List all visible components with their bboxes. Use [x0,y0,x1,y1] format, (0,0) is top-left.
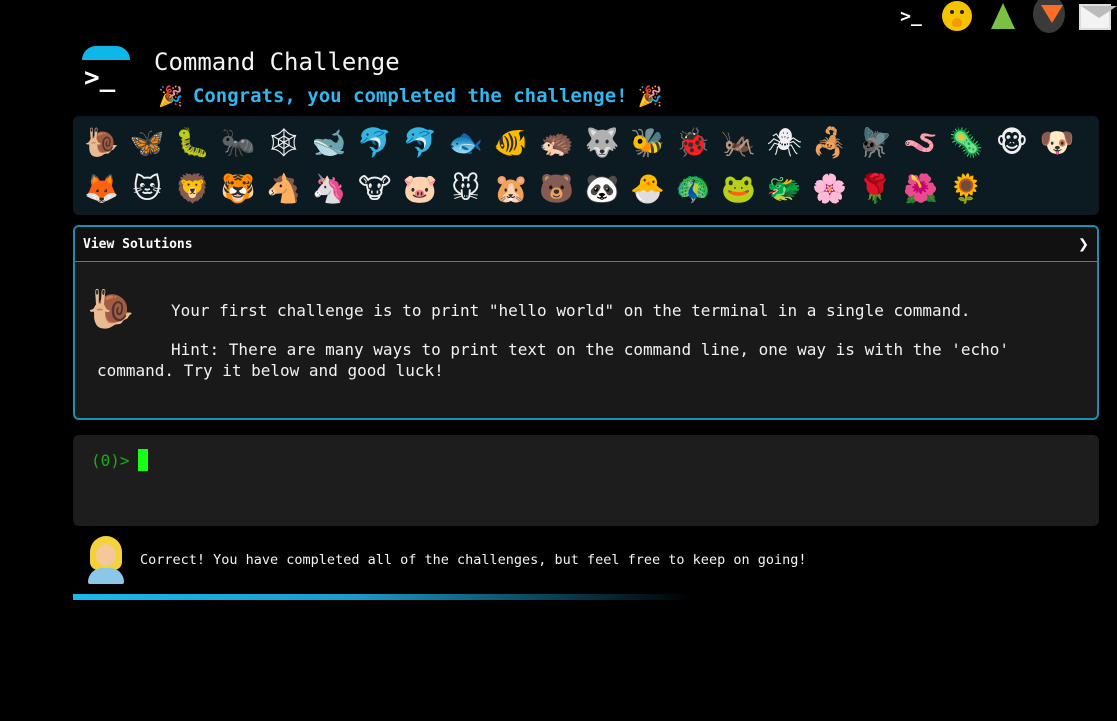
animal-badge-icon[interactable]: 🐭 [443,166,489,212]
view-solutions-label: View Solutions [83,236,193,252]
animal-badge-icon[interactable]: 🦗 [716,120,762,166]
animal-badge-icon[interactable]: 🐴 [261,166,307,212]
animal-badge-icon[interactable]: 🐌 [79,120,125,166]
animal-badge-icon[interactable]: 🦠 [944,120,990,166]
animal-badge-icon[interactable]: 🐛 [170,120,216,166]
prompt-label: (0)> [91,450,130,470]
animal-badge-icon[interactable]: 🐞 [671,120,717,166]
challenge-panel: View Solutions ❯ 🐌 Your first challenge … [73,225,1099,420]
party-popper-icon: 🎉 [637,84,663,108]
animal-badge-icon[interactable]: 🐋 [307,120,353,166]
animal-badge-icon[interactable]: 🪱 [898,120,944,166]
animal-badge-icon[interactable]: 🐶 [1035,120,1081,166]
page-title: Command Challenge [154,48,400,76]
animal-badge-icon[interactable]: 🐻 [534,166,580,212]
animal-badge-icon[interactable]: 🦄 [307,166,353,212]
animal-badge-icon[interactable]: 🐺 [580,120,626,166]
logo: >_ [82,46,130,96]
animal-badge-icon[interactable]: 🐣 [625,166,671,212]
envelope-icon[interactable] [1079,0,1117,32]
animal-badge-icon[interactable]: 🐲 [762,166,808,212]
congrats-subtitle: 🎉 Congrats, you completed the challenge!… [158,84,663,108]
congrats-text: Congrats, you completed the challenge! [192,85,628,107]
terminal-icon[interactable]: >_ [895,0,927,32]
animal-badge-icon[interactable]: 🪰 [853,120,899,166]
animal-badge-icon[interactable]: 🌺 [898,166,944,212]
chevron-right-icon[interactable]: ❯ [1078,234,1089,255]
evergreen-tree-icon[interactable] [987,0,1019,32]
animal-badge-icon[interactable]: 🐹 [489,166,535,212]
snail-icon: 🐌 [87,287,135,331]
terminal-input[interactable] [143,447,1047,475]
animal-badge-icon[interactable]: 🦚 [671,166,717,212]
animal-badge-icon[interactable]: 🐼 [580,166,626,212]
animal-badge-icon[interactable]: 🐟 [443,120,489,166]
top-nav: >_ [895,0,1117,33]
terminal[interactable]: (0)> [73,435,1099,526]
animal-badge-icon[interactable]: 🐜 [216,120,262,166]
progress-bar [73,594,693,600]
party-popper-icon: 🎉 [158,84,183,108]
challenge-hint: Hint: There are many ways to print text … [97,340,1010,380]
animal-badge-icon[interactable]: 🕷 [762,120,808,166]
gitlab-icon[interactable] [1033,0,1065,33]
animal-badge-icon[interactable]: 🦔 [534,120,580,166]
animal-badge-icon[interactable]: 🌻 [944,166,990,212]
animal-badge-icon[interactable]: 🦁 [170,166,216,212]
animal-badge-icon[interactable]: 🌹 [853,166,899,212]
animal-badge-icon[interactable]: 🐬 [398,120,444,166]
page: >_ >_ Command Challenge 🎉 Congrats, you … [0,0,1117,721]
animal-badge-icon[interactable]: 🦊 [79,166,125,212]
animal-badge-icon[interactable]: 🐷 [398,166,444,212]
animal-badge-icon[interactable]: 🐯 [216,166,262,212]
animal-badge-icon[interactable]: 🦂 [807,120,853,166]
animal-badge-icon[interactable]: 🐱 [125,166,171,212]
woman-icon [86,536,126,584]
animal-badge-icon[interactable]: 🐮 [352,166,398,212]
result-message: Correct! You have completed all of the c… [86,536,806,584]
animal-badge-icon[interactable]: 🐬 [352,120,398,166]
animal-badge-icon[interactable]: 🐸 [716,166,762,212]
terminal-prompt: (0)> [91,449,148,471]
animal-badge-icon[interactable]: 🐵 [989,120,1035,166]
view-solutions-toggle[interactable]: View Solutions ❯ [75,227,1097,262]
face-with-hand-over-mouth-icon[interactable] [941,0,973,32]
logo-cap [82,46,130,60]
logo-prompt-icon: >_ [84,63,116,93]
animal-badge-icon[interactable]: 🐠 [489,120,535,166]
animal-badge-icon[interactable]: 🕸 [261,120,307,166]
challenge-description: Your first challenge is to print "hello … [171,301,971,320]
animal-badge-icon[interactable]: 🦋 [125,120,171,166]
animal-badge-icon[interactable]: 🐝 [625,120,671,166]
challenge-progress-animals: 🐌 🦋 🐛 🐜 🕸 🐋 🐬 🐬 🐟 🐠 🦔 🐺 🐝 🐞 🦗 🕷 🦂 🪰 🪱 🦠 🐵 🐶 🦊 🐱 🦁 🐯 🐴 🦄 🐮 🐷 🐭 🐹 🐻 🐼 🐣 🦚 🐸 🐲 🌸 🌹… [73,116,1099,215]
result-text: Correct! You have completed all of the c… [140,552,807,568]
animal-badge-icon[interactable]: 🌸 [807,166,853,212]
